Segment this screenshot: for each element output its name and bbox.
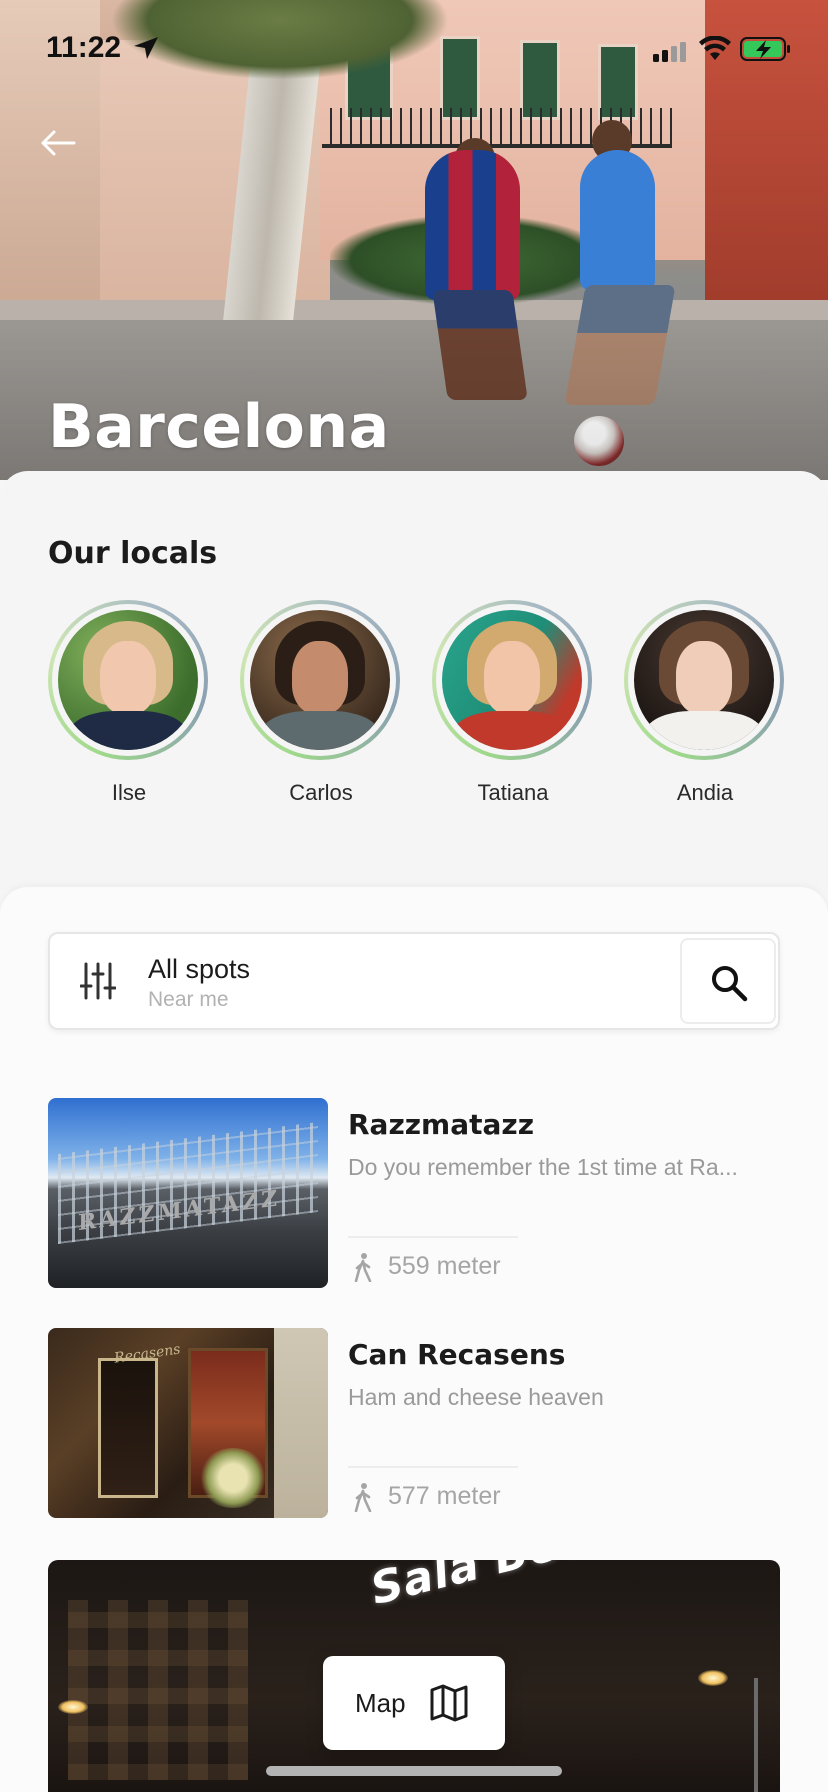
locals-title: Our locals	[48, 536, 218, 571]
street-light	[58, 1700, 88, 1714]
walking-person-icon	[354, 1253, 372, 1282]
folded-map-icon	[430, 1684, 468, 1722]
map-button-label: Map	[355, 1688, 406, 1718]
avatar	[58, 610, 198, 750]
divider	[348, 1466, 518, 1468]
avatar-ring	[240, 600, 400, 760]
avatar	[250, 610, 390, 750]
location-arrow-icon	[134, 37, 158, 59]
spot-card-can-recasens[interactable]: Recasens Can Recasens Ham and cheese hea…	[48, 1328, 780, 1518]
filter-sliders-icon[interactable]	[80, 962, 116, 1000]
player	[425, 150, 520, 300]
lamp-pole	[754, 1678, 758, 1792]
avatar-ring	[432, 600, 592, 760]
spot-image: Recasens	[48, 1328, 328, 1518]
player	[580, 150, 655, 290]
battery-charging-icon	[740, 37, 790, 61]
city-title: Barcelona	[48, 392, 390, 462]
spot-description: Ham and cheese heaven	[348, 1384, 604, 1410]
spot-card-razzmatazz[interactable]: RAZZMATAZZ Razzmatazz Do you remember th…	[48, 1098, 780, 1288]
home-indicator[interactable]	[266, 1766, 562, 1776]
street-light	[698, 1670, 728, 1686]
back-arrow-icon[interactable]	[40, 128, 76, 158]
spot-title: Razzmatazz	[348, 1108, 534, 1141]
spot-description: Do you remember the 1st time at Ra...	[348, 1154, 738, 1180]
search-icon	[712, 966, 748, 1002]
wifi-icon	[699, 36, 731, 60]
local-tatiana[interactable]: Tatiana	[432, 600, 594, 806]
walking-person-icon	[354, 1483, 372, 1512]
status-time: 11:22	[46, 31, 122, 64]
spot-distance: 559 meter	[388, 1252, 501, 1280]
spot-filter-bar[interactable]: All spots Near me	[48, 932, 780, 1030]
local-ilse[interactable]: Ilse	[48, 600, 210, 806]
search-button[interactable]	[680, 938, 776, 1024]
tree-foliage	[110, 0, 450, 80]
filter-title: All spots	[148, 954, 251, 984]
featured-sign: Sala Beckett	[366, 1560, 691, 1615]
avatar-ring	[624, 600, 784, 760]
local-name: Ilse	[111, 780, 147, 805]
spot-distance: 577 meter	[388, 1482, 501, 1510]
local-carlos[interactable]: Carlos	[240, 600, 402, 806]
divider	[348, 1236, 518, 1238]
local-name: Carlos	[289, 780, 353, 805]
filter-subtitle: Near me	[148, 988, 229, 1011]
local-name: Andia	[676, 780, 734, 805]
cellular-signal-icon	[653, 42, 686, 62]
avatar	[634, 610, 774, 750]
spot-title: Can Recasens	[348, 1338, 566, 1371]
local-andia[interactable]: Andia	[624, 600, 786, 806]
avatar-ring	[48, 600, 208, 760]
local-name: Tatiana	[477, 780, 549, 805]
map-button[interactable]: Map	[323, 1656, 505, 1750]
avatar	[442, 610, 582, 750]
spot-image: RAZZMATAZZ	[48, 1098, 328, 1288]
